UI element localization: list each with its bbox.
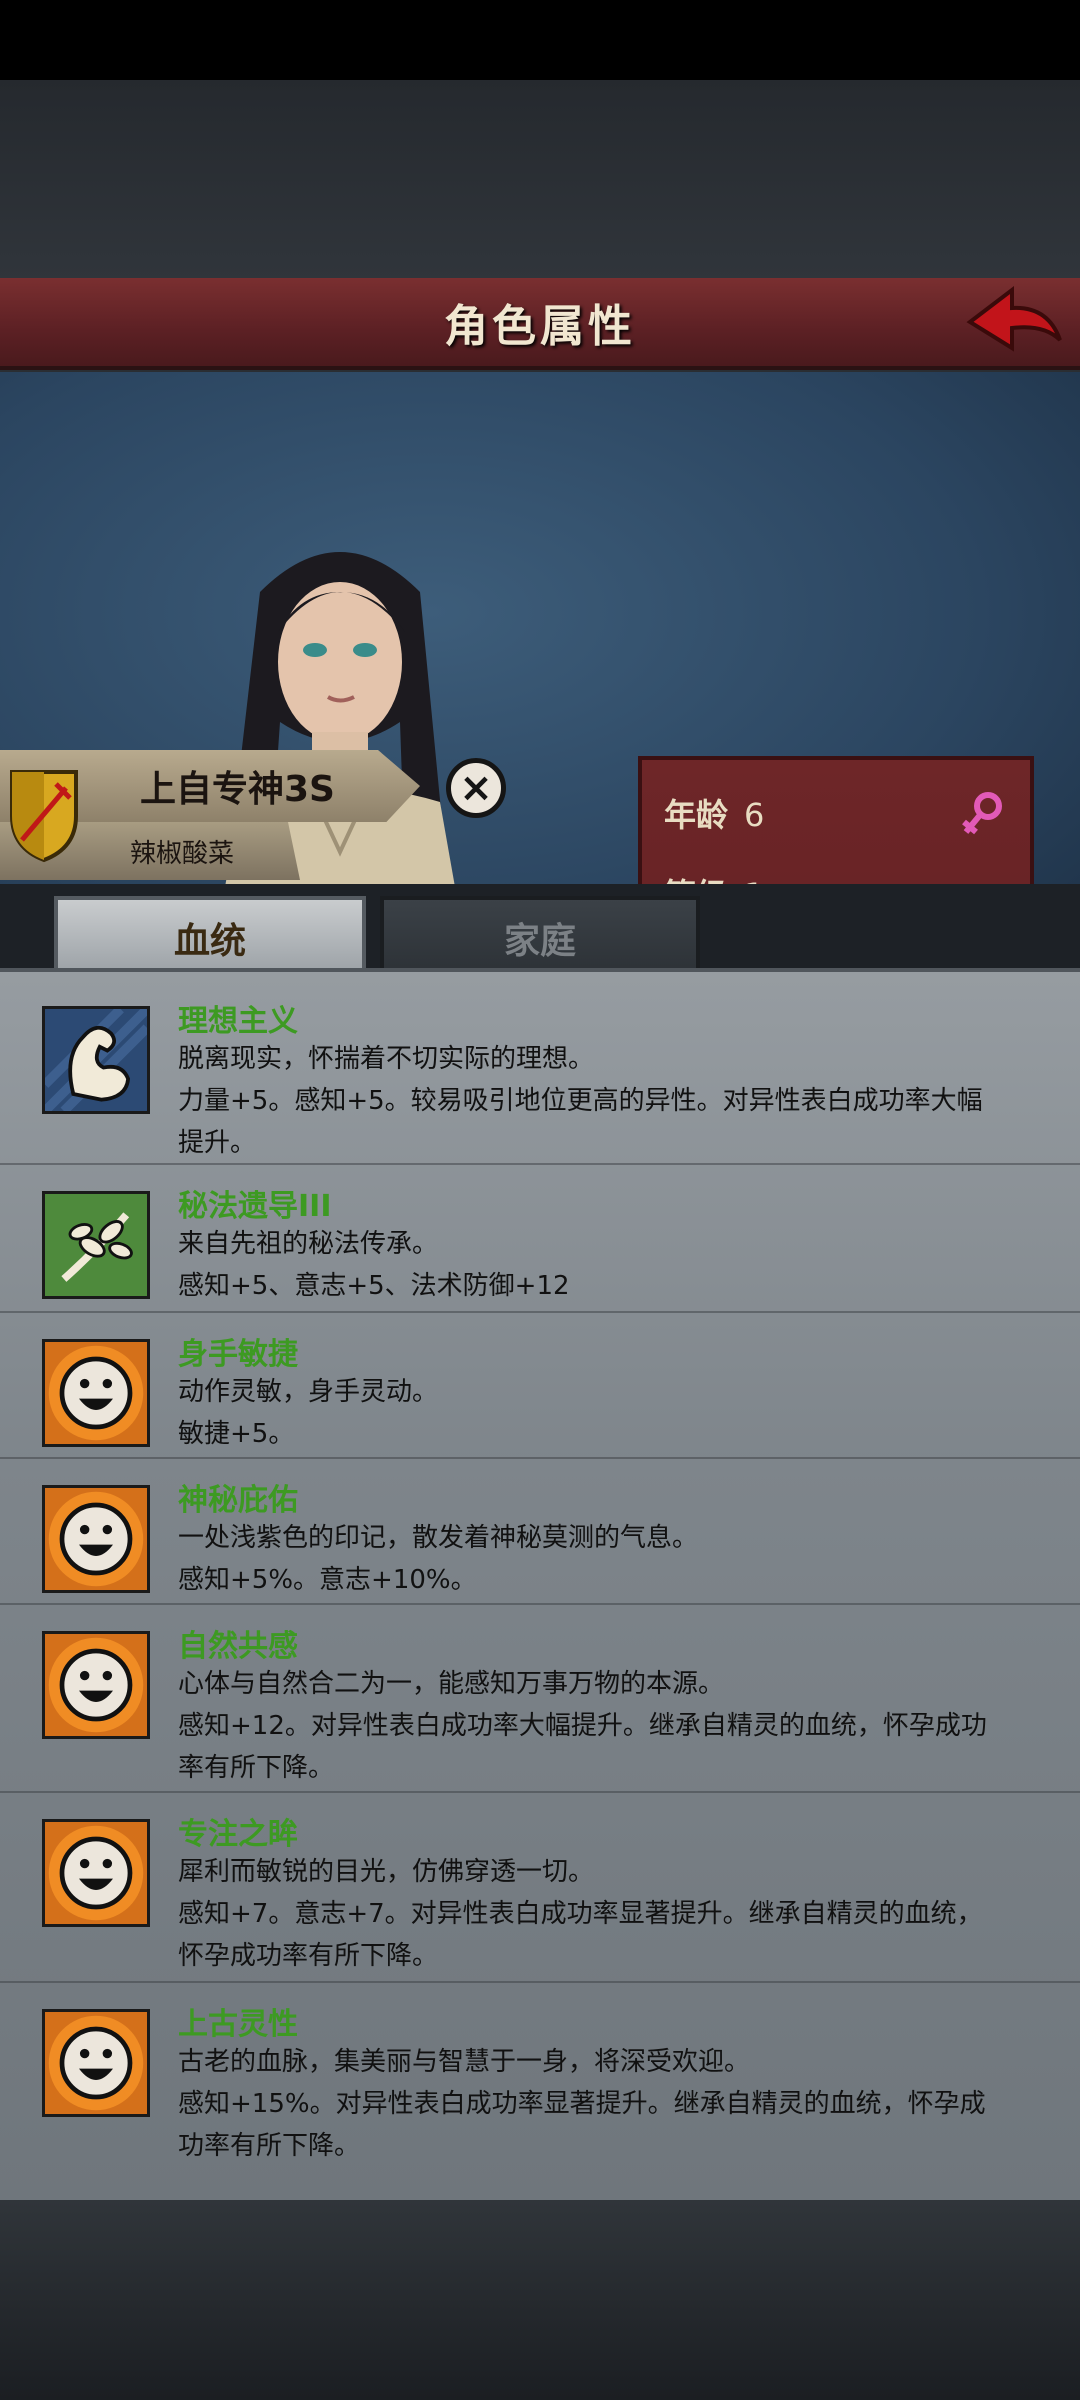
trait-description: 脱离现实，怀揣着不切实际的理想。 力量+5。感知+5。较易吸引地位更高的异性。对…	[178, 1044, 983, 1158]
smiley-icon	[42, 1339, 150, 1447]
character-name: 上自专神3S	[140, 769, 335, 810]
character-subtitle: 辣椒酸菜	[130, 838, 235, 869]
age-row: 年龄 6	[664, 790, 764, 836]
trait-name: 身手敏捷	[178, 1337, 298, 1372]
female-gender-icon	[962, 792, 1002, 835]
smiley-icon	[42, 1631, 150, 1739]
flexed-arm-icon	[42, 1006, 150, 1114]
list-item: 上古灵性 古老的血脉，集美丽与智慧于一身，将深受欢迎。 感知+15%。对异性表白…	[0, 1983, 1080, 2173]
list-item: 理想主义 脱离现实，怀揣着不切实际的理想。 力量+5。感知+5。较易吸引地位更高…	[0, 980, 1080, 1165]
smiley-icon	[42, 2009, 150, 2117]
shield-crest-icon	[10, 770, 78, 863]
portrait-area: 年龄 6 等级 1 经验 0%	[0, 372, 1080, 1256]
list-item: 神秘庇佑 一处浅紫色的印记，散发着神秘莫测的气息。 感知+5%。意志+10%。	[0, 1459, 1080, 1605]
age-value: 6	[744, 796, 765, 834]
trait-description: 动作灵敏，身手灵动。 敏捷+5。	[178, 1377, 439, 1449]
list-item: 自然共感 心体与自然合二为一，能感知万事万物的本源。 感知+12。对异性表白成功…	[0, 1605, 1080, 1793]
bottom-background	[0, 2200, 1080, 2400]
trait-name: 上古灵性	[178, 2007, 298, 2042]
smiley-icon	[42, 1485, 150, 1593]
trait-name: 理想主义	[178, 1004, 298, 1039]
close-button[interactable]: ×	[446, 758, 506, 818]
trait-description: 犀利而敏锐的目光，仿佛穿透一切。 感知+7。意志+7。对异性表白成功率显著提升。…	[178, 1857, 983, 1971]
trait-name: 专注之眸	[178, 1817, 298, 1852]
tab-strip: 血统 家庭	[0, 884, 1080, 976]
list-item: 秘法遗导III 来自先祖的秘法传承。 感知+5、意志+5、法术防御+12	[0, 1165, 1080, 1313]
trait-name: 神秘庇佑	[178, 1483, 298, 1518]
tab-bloodline[interactable]: 血统	[54, 896, 366, 976]
herb-branch-icon	[42, 1191, 150, 1299]
trait-description: 一处浅紫色的印记，散发着神秘莫测的气息。 感知+5%。意志+10%。	[178, 1523, 699, 1595]
trait-description: 古老的血脉，集美丽与智慧于一身，将深受欢迎。 感知+15%。对异性表白成功率显著…	[178, 2047, 986, 2161]
trait-list[interactable]: 理想主义 脱离现实，怀揣着不切实际的理想。 力量+5。感知+5。较易吸引地位更高…	[0, 968, 1080, 2200]
smiley-icon	[42, 1819, 150, 1927]
status-bar	[0, 0, 1080, 80]
page-title: 角色属性	[444, 301, 636, 352]
top-background	[0, 80, 1080, 280]
age-label: 年龄	[664, 796, 729, 834]
trait-description: 心体与自然合二为一，能感知万事万物的本源。 感知+12。对异性表白成功率大幅提升…	[178, 1669, 987, 1783]
back-arrow-icon[interactable]	[960, 282, 1070, 366]
title-bar: 角色属性	[0, 278, 1080, 370]
trait-name: 秘法遗导III	[178, 1189, 332, 1224]
list-item: 专注之眸 犀利而敏锐的目光，仿佛穿透一切。 感知+7。意志+7。对异性表白成功率…	[0, 1793, 1080, 1983]
tab-family[interactable]: 家庭	[380, 896, 700, 976]
trait-description: 来自先祖的秘法传承。 感知+5、意志+5、法术防御+12	[178, 1229, 570, 1301]
trait-name: 自然共感	[178, 1629, 298, 1664]
list-item: 身手敏捷 动作灵敏，身手灵动。 敏捷+5。	[0, 1313, 1080, 1459]
